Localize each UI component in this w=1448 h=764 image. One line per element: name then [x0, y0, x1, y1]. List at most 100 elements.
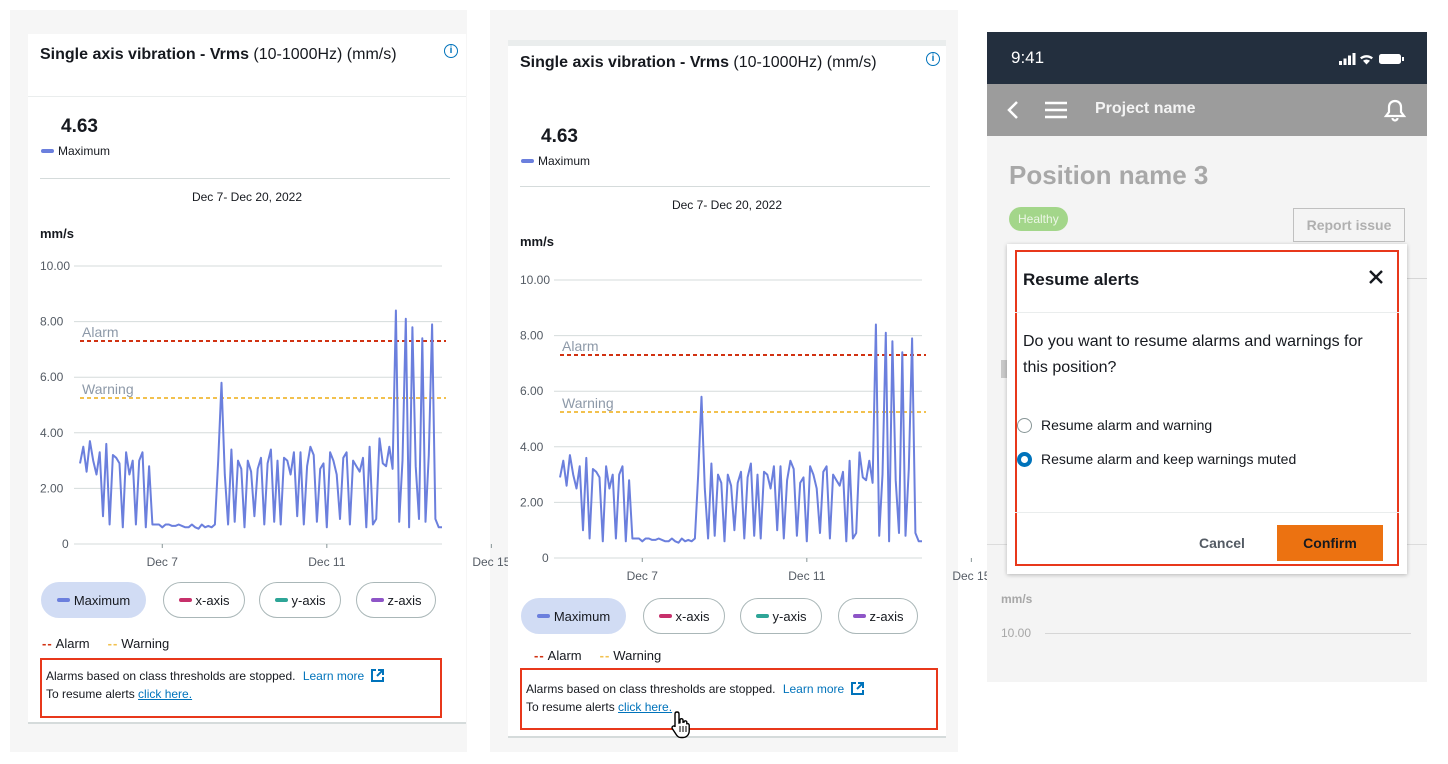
external-link-icon[interactable]: [850, 681, 865, 696]
legend-pill-maximum[interactable]: Maximum: [41, 582, 146, 618]
confirm-button[interactable]: Confirm: [1277, 525, 1383, 561]
project-name: Project name: [1095, 100, 1196, 117]
signal-wifi-battery-icon: [1339, 53, 1404, 65]
legend-pill-z-axis[interactable]: z-axis: [838, 598, 918, 634]
bg-gridline: [1045, 633, 1411, 634]
z-axis-swatch-icon: [370, 598, 384, 602]
date-range: Dec 7- Dec 20, 2022: [191, 190, 303, 204]
status-badge: Healthy: [1009, 207, 1068, 231]
modal-title: Resume alerts: [1023, 270, 1140, 289]
series-line-maximum: [559, 323, 922, 544]
legend-pill-y-axis[interactable]: y-axis: [740, 598, 822, 634]
external-link-icon[interactable]: [370, 668, 385, 683]
status-bar: 9:41: [987, 32, 1427, 84]
learn-more-link[interactable]: Learn more: [303, 669, 364, 683]
y-axis-swatch-icon: [755, 614, 769, 618]
notice-resume-prefix: To resume alerts: [46, 687, 135, 701]
modal-question: Do you want to resume alarms and warning…: [1023, 333, 1363, 376]
value-legend-label: Maximum: [538, 154, 591, 168]
click-here-link[interactable]: click here.: [138, 687, 192, 701]
maximum-swatch-icon: [41, 149, 54, 153]
y-tick-label: 6.00: [520, 384, 544, 398]
x-tick-label: Dec 15: [472, 555, 510, 569]
legend-pill-x-axis[interactable]: x-axis: [163, 582, 245, 618]
header-divider: [28, 96, 466, 97]
report-issue-button[interactable]: Report issue: [1293, 208, 1405, 242]
y-tick-label: 8.00: [520, 329, 544, 343]
y-tick-label: 2.00: [40, 481, 64, 495]
vibration-chart[interactable]: 10.008.006.004.002.000Dec 7Dec 11Dec 15D…: [508, 270, 1257, 592]
x-tick-label: Dec 11: [788, 569, 825, 583]
y-tick-label: 6.00: [40, 370, 64, 384]
alerts-stopped-notice: Alarms based on class thresholds are sto…: [40, 658, 442, 718]
warning-legend-item: -- Warning: [600, 648, 662, 663]
widget-title-bold: Single axis vibration - Vrms: [40, 46, 249, 63]
notice-resume-prefix: To resume alerts: [526, 700, 615, 714]
widget-title: Single axis vibration - Vrms (10-1000Hz)…: [40, 44, 452, 65]
warning-threshold-label: Warning: [82, 381, 134, 397]
series-line-maximum: [79, 309, 442, 530]
threshold-legend: -- Alarm -- Warning: [534, 648, 661, 663]
hand-cursor-icon: [671, 711, 690, 739]
y-tick-label: 8.00: [40, 315, 64, 329]
maximum-swatch-icon: [521, 159, 534, 163]
back-chevron-icon[interactable]: [1007, 100, 1019, 120]
current-value: 4.63: [61, 116, 98, 137]
bg-unit-label: mm/s: [1001, 592, 1033, 606]
legend-pill-maximum[interactable]: Maximum: [521, 598, 626, 634]
radio-button-selected[interactable]: [1017, 451, 1032, 467]
alerts-stopped-notice: Alarms based on class thresholds are sto…: [520, 668, 938, 730]
notice-text: Alarms based on class thresholds are sto…: [526, 682, 776, 696]
legend-pill-y-axis[interactable]: y-axis: [259, 582, 341, 618]
alarm-dash-icon: --: [42, 636, 53, 651]
warning-legend-label: Warning: [613, 648, 662, 663]
threshold-legend: -- Alarm -- Warning: [42, 636, 169, 651]
pill-label: y-axis: [772, 608, 807, 624]
warning-dash-icon: --: [599, 648, 611, 663]
position-title: Position name 3: [1009, 160, 1209, 190]
radio-label: Resume alarm and warning: [1041, 417, 1213, 433]
click-here-link[interactable]: click here.: [618, 700, 672, 714]
warning-threshold-label: Warning: [562, 395, 614, 411]
radio-resume-alarm-keep-warnings-muted[interactable]: Resume alarm and keep warnings muted: [1017, 451, 1296, 467]
y-tick-label: 2.00: [520, 495, 544, 509]
vibration-chart[interactable]: 10.008.006.004.002.000Dec 7Dec 11Dec 15D…: [28, 256, 777, 578]
close-icon[interactable]: [1365, 266, 1387, 288]
bg-tick-label: 10.00: [1001, 626, 1032, 640]
cancel-button[interactable]: Cancel: [1187, 526, 1257, 560]
vibration-widget-card-hover: Single axis vibration - Vrms (10-1000Hz)…: [508, 40, 1257, 739]
maximum-swatch-icon: [56, 598, 70, 602]
pill-label: x-axis: [675, 608, 710, 624]
radio-label: Resume alarm and keep warnings muted: [1041, 451, 1297, 467]
radio-button[interactable]: [1017, 417, 1032, 433]
vibration-widget-card: Single axis vibration - Vrms (10-1000Hz)…: [28, 34, 777, 724]
status-time: 9:41: [1011, 48, 1045, 67]
value-legend-label: Maximum: [58, 144, 111, 158]
radio-resume-alarm-and-warning[interactable]: Resume alarm and warning: [1017, 417, 1212, 433]
alarm-threshold-label: Alarm: [562, 338, 599, 354]
bell-icon[interactable]: [1383, 98, 1407, 122]
warning-legend-label: Warning: [121, 636, 170, 651]
y-tick-label: 4.00: [520, 440, 544, 454]
learn-more-link[interactable]: Learn more: [783, 682, 844, 696]
value-legend: Maximum: [41, 144, 110, 158]
y-axis-swatch-icon: [274, 598, 288, 602]
pill-label: x-axis: [195, 592, 230, 608]
y-tick-label: 0: [62, 537, 69, 551]
maximum-swatch-icon: [536, 614, 550, 618]
legend-pill-x-axis[interactable]: x-axis: [643, 598, 725, 634]
legend-pill-z-axis[interactable]: z-axis: [356, 582, 436, 618]
alarm-legend-item: -- Alarm: [42, 636, 90, 651]
widget-title-rest: (10-1000Hz) (mm/s): [248, 46, 397, 63]
y-tick-label: 10.00: [520, 273, 550, 287]
y-tick-label: 4.00: [40, 426, 64, 440]
x-tick-label: Dec 7: [147, 555, 179, 569]
alarm-legend-label: Alarm: [547, 648, 582, 663]
modal-footer-divider: [1015, 512, 1399, 513]
info-icon[interactable]: i: [926, 52, 940, 66]
y-axis-unit: mm/s: [520, 234, 554, 249]
info-icon[interactable]: i: [444, 44, 458, 58]
warning-dash-icon: --: [107, 636, 119, 651]
menu-icon[interactable]: [1045, 101, 1067, 119]
x-tick-label: Dec 15: [952, 569, 990, 583]
